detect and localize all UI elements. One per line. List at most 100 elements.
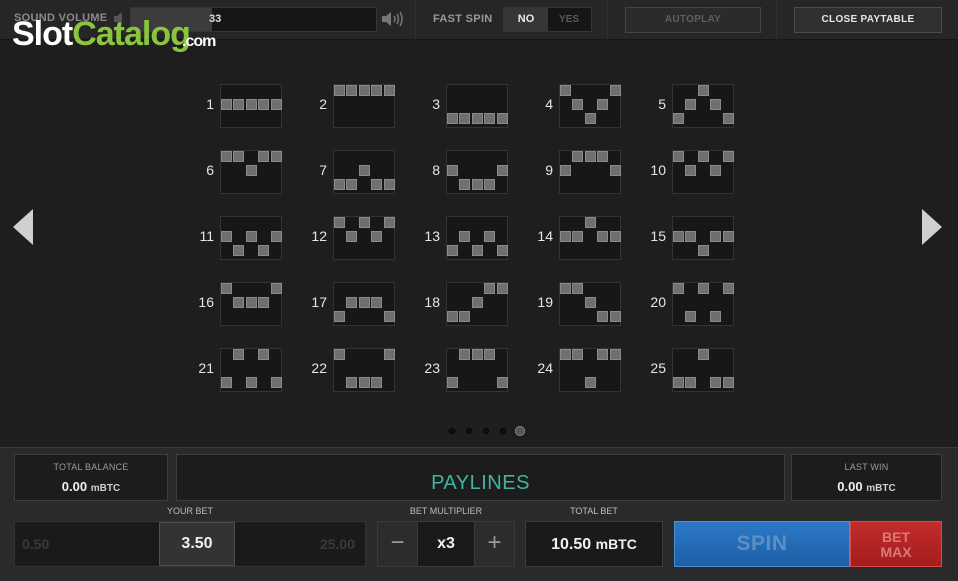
payline-square	[560, 349, 571, 360]
payline-square	[710, 377, 722, 389]
payline-square	[697, 283, 709, 294]
payline-square	[685, 377, 697, 389]
payline-item: 19	[525, 282, 625, 326]
bet-slider-handle[interactable]: 3.50	[159, 522, 235, 566]
payline-square	[346, 179, 358, 191]
bet-multiplier-stepper: − x3 +	[377, 521, 515, 567]
last-win-unit: mBTC	[866, 483, 896, 494]
payline-pattern	[333, 84, 395, 128]
payline-square	[334, 311, 345, 323]
logo-slot: Slot	[12, 15, 73, 53]
payline-square	[710, 99, 722, 111]
payline-item: 3	[412, 84, 512, 128]
page-dot[interactable]	[498, 426, 508, 436]
payline-square	[233, 349, 245, 360]
last-win-box: LAST WIN 0.00 mBTC	[791, 454, 942, 501]
spin-button[interactable]: SPIN	[674, 521, 850, 567]
payline-item: 17	[299, 282, 399, 326]
multiplier-minus-button[interactable]: −	[378, 522, 418, 566]
payline-pattern	[672, 348, 734, 392]
payline-square	[383, 349, 395, 360]
payline-square	[722, 231, 734, 243]
payline-pattern	[446, 216, 508, 260]
close-paytable-button[interactable]: CLOSE PAYTABLE	[794, 7, 942, 33]
payline-pattern	[672, 282, 734, 326]
payline-item: 11	[186, 216, 286, 260]
previous-page-arrow-icon[interactable]	[11, 207, 35, 247]
total-bet-unit: mBTC	[595, 536, 637, 552]
payline-square	[221, 231, 232, 243]
payline-square	[233, 99, 245, 111]
payline-item: 1	[186, 84, 286, 128]
payline-square	[710, 165, 722, 177]
payline-square	[609, 231, 621, 243]
payline-square	[484, 283, 496, 294]
last-win-label: LAST WIN	[844, 462, 889, 472]
payline-square	[371, 85, 383, 96]
payline-square	[258, 297, 270, 309]
next-page-arrow-icon[interactable]	[920, 207, 944, 247]
payline-item: 24	[525, 348, 625, 392]
payline-square	[471, 113, 483, 125]
payline-pattern	[672, 216, 734, 260]
payline-square	[358, 217, 370, 228]
page-dot[interactable]	[464, 426, 474, 436]
payline-square	[560, 231, 571, 243]
payline-item: 22	[299, 348, 399, 392]
payline-square	[471, 349, 483, 360]
payline-square	[609, 85, 621, 96]
payline-pattern	[672, 84, 734, 128]
payline-square	[597, 349, 609, 360]
fast-spin-toggle[interactable]: NO YES	[503, 7, 592, 32]
fast-spin-no[interactable]: NO	[504, 8, 548, 31]
payline-square	[358, 165, 370, 177]
payline-square	[471, 179, 483, 191]
payline-square	[572, 99, 584, 111]
payline-item: 12	[299, 216, 399, 260]
payline-square	[722, 377, 734, 389]
payline-square	[584, 297, 596, 309]
payline-square	[584, 113, 596, 125]
payline-square	[685, 311, 697, 323]
payline-square	[673, 113, 684, 125]
payline-item: 16	[186, 282, 286, 326]
payline-pattern	[446, 348, 508, 392]
payline-number: 7	[319, 162, 327, 178]
payline-square	[221, 377, 232, 389]
bet-slider[interactable]: 0.50 3.50 25.00	[14, 521, 366, 567]
page-dot[interactable]	[481, 426, 491, 436]
page-dot[interactable]	[515, 426, 525, 436]
payline-square	[673, 231, 684, 243]
bet-max-line2: MAX	[880, 544, 912, 560]
payline-item: 9	[525, 150, 625, 194]
speaker-loud-icon[interactable]	[381, 10, 403, 28]
bet-max-button[interactable]: BET MAX	[850, 521, 942, 567]
autoplay-button[interactable]: AUTOPLAY	[625, 7, 761, 33]
payline-number: 6	[206, 162, 214, 178]
bet-multiplier-label: BET MULTIPLIER	[409, 506, 483, 516]
payline-square	[673, 377, 684, 389]
multiplier-value: x3	[437, 535, 455, 552]
payline-pattern	[220, 282, 282, 326]
payline-square	[383, 311, 395, 323]
payline-number: 14	[537, 228, 553, 244]
payline-square	[484, 113, 496, 125]
fast-spin-yes[interactable]: YES	[547, 8, 591, 31]
payline-square	[245, 165, 257, 177]
payline-pattern	[333, 216, 395, 260]
payline-square	[697, 151, 709, 162]
payline-square	[697, 85, 709, 96]
payline-number: 12	[311, 228, 327, 244]
payline-square	[471, 297, 483, 309]
payline-square	[233, 245, 245, 257]
payline-number: 13	[424, 228, 440, 244]
payline-square	[371, 377, 383, 389]
payline-square	[722, 113, 734, 125]
payline-square	[221, 99, 232, 111]
multiplier-plus-button[interactable]: +	[474, 522, 514, 566]
payline-number: 16	[198, 294, 214, 310]
payline-square	[722, 151, 734, 162]
logo-catalog: Catalog	[72, 15, 191, 53]
payline-item: 18	[412, 282, 512, 326]
page-dot[interactable]	[447, 426, 457, 436]
